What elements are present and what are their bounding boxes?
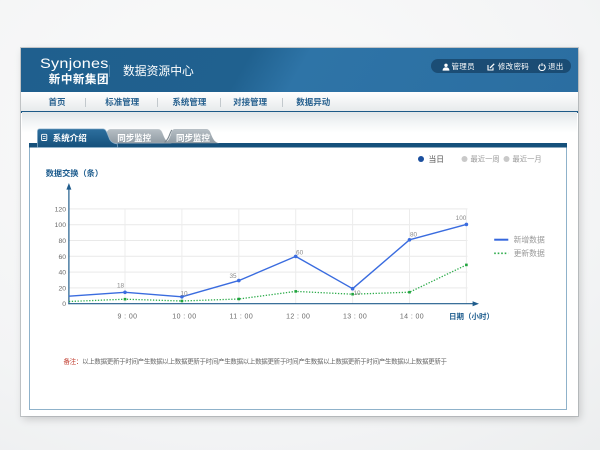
svg-text:10: 10 xyxy=(180,290,188,297)
svg-text:0: 0 xyxy=(62,301,66,308)
svg-text:同步监控: 同步监控 xyxy=(176,133,211,143)
svg-text:20: 20 xyxy=(58,285,66,292)
svg-text:数据交换（条）: 数据交换（条） xyxy=(46,168,103,178)
svg-text:12 : 00: 12 : 00 xyxy=(286,314,310,321)
svg-text:同步监控: 同步监控 xyxy=(117,133,152,143)
svg-text:14 : 00: 14 : 00 xyxy=(400,314,424,321)
svg-text:35: 35 xyxy=(229,273,237,280)
svg-text:40: 40 xyxy=(58,270,66,277)
svg-text:11 : 00: 11 : 00 xyxy=(229,314,253,321)
svg-text:10 : 00: 10 : 00 xyxy=(172,314,196,321)
svg-text:最近一周: 最近一周 xyxy=(471,155,500,164)
svg-text:最近一月: 最近一月 xyxy=(513,155,542,164)
svg-text:日期（小时）: 日期（小时） xyxy=(449,311,494,321)
svg-text:当日: 当日 xyxy=(429,154,445,164)
svg-text:60: 60 xyxy=(58,254,66,261)
svg-text:备注：以上数据更新于时间产生数据以上数据更新于时间产生数据以: 备注：以上数据更新于时间产生数据以上数据更新于时间产生数据以上数据更新于时间产生… xyxy=(64,356,448,365)
svg-text:13 : 00: 13 : 00 xyxy=(343,314,367,321)
svg-text:60: 60 xyxy=(296,250,304,257)
svg-text:80: 80 xyxy=(58,238,66,245)
svg-text:80: 80 xyxy=(410,232,418,239)
svg-text:18: 18 xyxy=(117,283,125,290)
svg-text:新增数据: 新增数据 xyxy=(514,235,545,245)
svg-text:更新数据: 更新数据 xyxy=(514,248,545,258)
svg-text:9 : 00: 9 : 00 xyxy=(118,314,138,321)
svg-text:系统介绍: 系统介绍 xyxy=(53,133,87,143)
svg-text:100: 100 xyxy=(456,215,467,222)
svg-text:10: 10 xyxy=(353,290,361,297)
svg-text:120: 120 xyxy=(55,206,67,213)
svg-text:100: 100 xyxy=(55,222,67,229)
